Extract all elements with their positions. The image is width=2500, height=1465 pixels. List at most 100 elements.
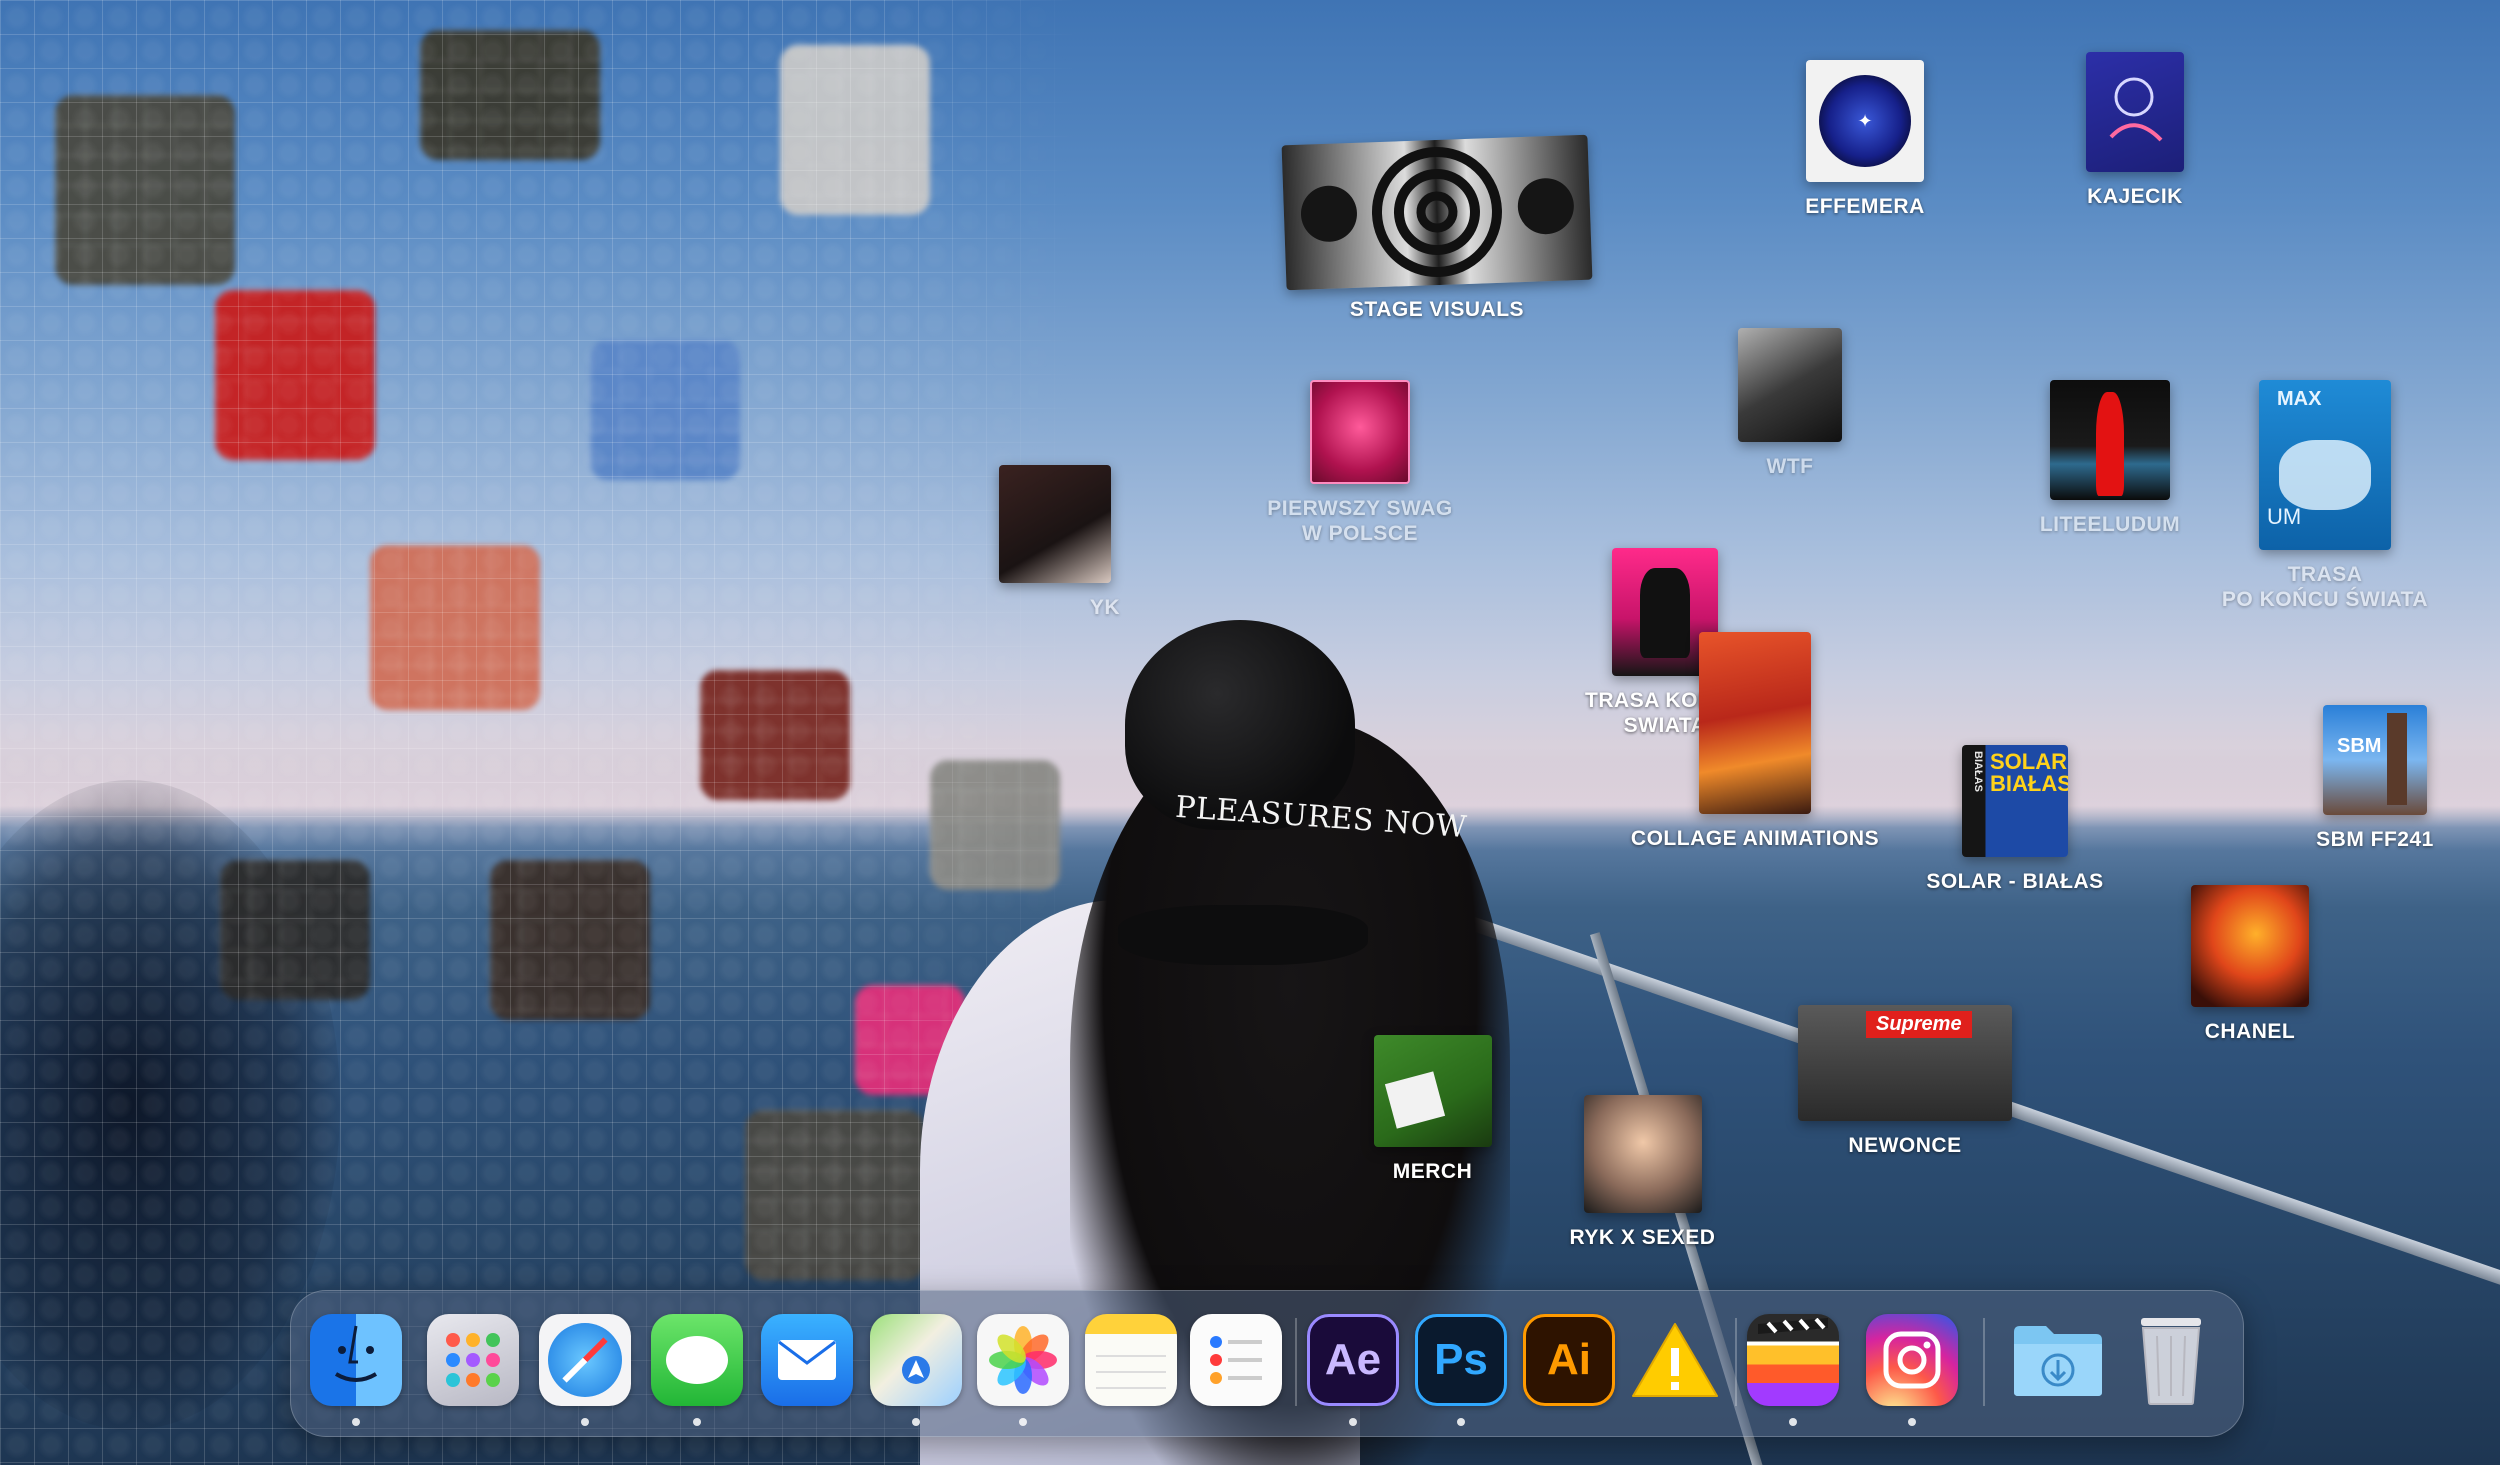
running-indicator	[1908, 1418, 1916, 1426]
red-figure-icon	[2096, 392, 2124, 496]
folder-download-icon	[2014, 1326, 2102, 1396]
folder-sbm-ff241[interactable]: SBM SBM FF241	[2300, 705, 2450, 852]
thumb-text: SBM	[2337, 735, 2382, 757]
folder-thumbnail	[1281, 134, 1593, 291]
person-cap-brim	[1118, 905, 1368, 965]
folder-label: EFFEMERA	[1805, 195, 1925, 218]
final-cut-pro-icon[interactable]	[1747, 1314, 1839, 1406]
folder-thumbnail	[1738, 328, 1842, 442]
folder-label: LITEELUDUM	[2039, 513, 2181, 536]
trash-can-icon	[2141, 1318, 2201, 1405]
app-monogram: Ai	[1547, 1335, 1591, 1384]
thumb-text: UM	[2267, 504, 2302, 529]
folder-thumbnail	[2191, 885, 2309, 1007]
folder-label: STAGE VISUALS	[1349, 298, 1525, 321]
folder-solar-bialas[interactable]: BIAŁAS SOLAR BIAŁAS SOLAR - BIAŁAS	[1915, 745, 2115, 894]
finder-face-icon	[334, 1325, 378, 1382]
folder-thumbnail	[1373, 1035, 1492, 1147]
dock-separator	[1735, 1318, 1737, 1406]
downloads-folder-icon[interactable]	[2012, 1314, 2104, 1406]
reminders-icon[interactable]	[1190, 1314, 1282, 1406]
messages-icon[interactable]	[651, 1314, 743, 1406]
folder-thumbnail	[1583, 1095, 1702, 1213]
running-indicator	[1789, 1418, 1797, 1426]
warning-icon[interactable]	[1629, 1314, 1721, 1406]
photos-icon[interactable]	[977, 1314, 1069, 1406]
folder-pierwszy-swag[interactable]: PIERWSZY SWAG W POLSCE	[1250, 380, 1470, 546]
clapper-icon	[1758, 1318, 1828, 1334]
finder-icon[interactable]	[310, 1314, 402, 1406]
folder-label: CHANEL	[2204, 1020, 2296, 1043]
running-indicator	[352, 1418, 360, 1426]
sketch-icon	[2109, 77, 2163, 142]
tshirt-icon	[1384, 1071, 1445, 1129]
folder-collage-animations[interactable]: COLLAGE ANIMATIONS	[1610, 632, 1900, 851]
maps-icon[interactable]	[870, 1314, 962, 1406]
folder-liteeludum[interactable]: LITEELUDUM	[2020, 380, 2200, 537]
folder-chanel[interactable]: CHANEL	[2180, 885, 2320, 1044]
folder-label: MERCH	[1392, 1160, 1473, 1183]
warning-triangle-icon	[1632, 1323, 1718, 1397]
folder-thumbnail	[999, 465, 1111, 583]
folder-label: NEWONCE	[1848, 1134, 1962, 1157]
folder-thumbnail: Supreme	[1798, 1005, 2012, 1121]
folder-trasa-po-koncu[interactable]: MAX UM TRASA PO KOŃCU ŚWIATA	[2195, 380, 2455, 612]
app-monogram: Ps	[1434, 1335, 1488, 1384]
compass-icon	[548, 1323, 622, 1397]
folder-label: TRASA PO KOŃCU ŚWIATA	[2221, 563, 2429, 612]
folder-newonce[interactable]: Supreme NEWONCE	[1790, 1005, 2020, 1158]
folder-label: SOLAR - BIAŁAS	[1926, 870, 2104, 893]
speech-bubble-icon	[666, 1336, 728, 1384]
running-indicator	[1457, 1418, 1465, 1426]
thumb-text: SOLAR BIAŁAS	[1990, 749, 2068, 796]
spiral-icon	[1300, 147, 1574, 278]
folder-thumbnail: SBM	[2323, 705, 2427, 815]
folder-label: WTF	[1766, 455, 1814, 478]
folder-label: YK	[1089, 596, 1120, 619]
folder-thumbnail	[2050, 380, 2170, 500]
running-indicator	[693, 1418, 701, 1426]
folder-label: SBM FF241	[2316, 828, 2434, 851]
checklist-icon	[1210, 1336, 1262, 1384]
tower-icon	[2387, 713, 2407, 805]
dock-separator	[1983, 1318, 1985, 1406]
flower-icon	[989, 1326, 1057, 1394]
folder-label: KAJECIK	[2087, 185, 2183, 208]
running-indicator	[912, 1418, 920, 1426]
folder-thumbnail	[1310, 380, 1410, 484]
folder-merch[interactable]: MERCH	[1370, 1035, 1495, 1184]
photoshop-icon[interactable]: Ps	[1415, 1314, 1507, 1406]
instagram-icon[interactable]	[1866, 1314, 1958, 1406]
running-indicator	[581, 1418, 589, 1426]
folder-thumbnail: MAX UM	[2259, 380, 2391, 550]
safari-icon[interactable]	[539, 1314, 631, 1406]
launchpad-grid-icon	[446, 1333, 500, 1387]
supreme-logo: Supreme	[1866, 1011, 1972, 1038]
after-effects-icon[interactable]: Ae	[1307, 1314, 1399, 1406]
mail-icon[interactable]	[761, 1314, 853, 1406]
launchpad-icon[interactable]	[427, 1314, 519, 1406]
folder-label: RYK X SEXED	[1569, 1226, 1716, 1249]
notes-icon[interactable]	[1085, 1314, 1177, 1406]
folder-ryk-x-sexed[interactable]: RYK X SEXED	[1555, 1095, 1730, 1250]
sparkle-icon: ✦	[1819, 75, 1911, 167]
folder-stage-visuals[interactable]: STAGE VISUALS	[1281, 134, 1593, 322]
folder-kajecik[interactable]: KAJECIK	[2055, 52, 2215, 209]
running-indicator	[1349, 1418, 1357, 1426]
folder-yk[interactable]: YK	[990, 465, 1120, 620]
folder-effemera[interactable]: ✦ EFFEMERA	[1780, 60, 1950, 219]
envelope-icon	[778, 1340, 836, 1380]
folder-thumbnail	[2086, 52, 2184, 172]
dock-separator	[1295, 1318, 1297, 1406]
thumb-text: MAX	[2277, 388, 2322, 410]
trash-icon[interactable]	[2125, 1314, 2217, 1406]
note-lines-icon	[1096, 1355, 1166, 1389]
map-arrow-icon	[902, 1356, 930, 1384]
folder-wtf[interactable]: WTF	[1720, 328, 1860, 479]
illustrator-icon[interactable]: Ai	[1523, 1314, 1615, 1406]
desktop: PLEASURES NOW STAGE VISUALS ✦ EFFEMERA K…	[0, 0, 2500, 1465]
thumb-text: BIAŁAS	[1972, 751, 1984, 792]
folder-thumbnail: ✦	[1806, 60, 1924, 182]
glass-block-overlay	[0, 0, 1080, 1465]
folder-thumbnail: BIAŁAS SOLAR BIAŁAS	[1962, 745, 2068, 857]
